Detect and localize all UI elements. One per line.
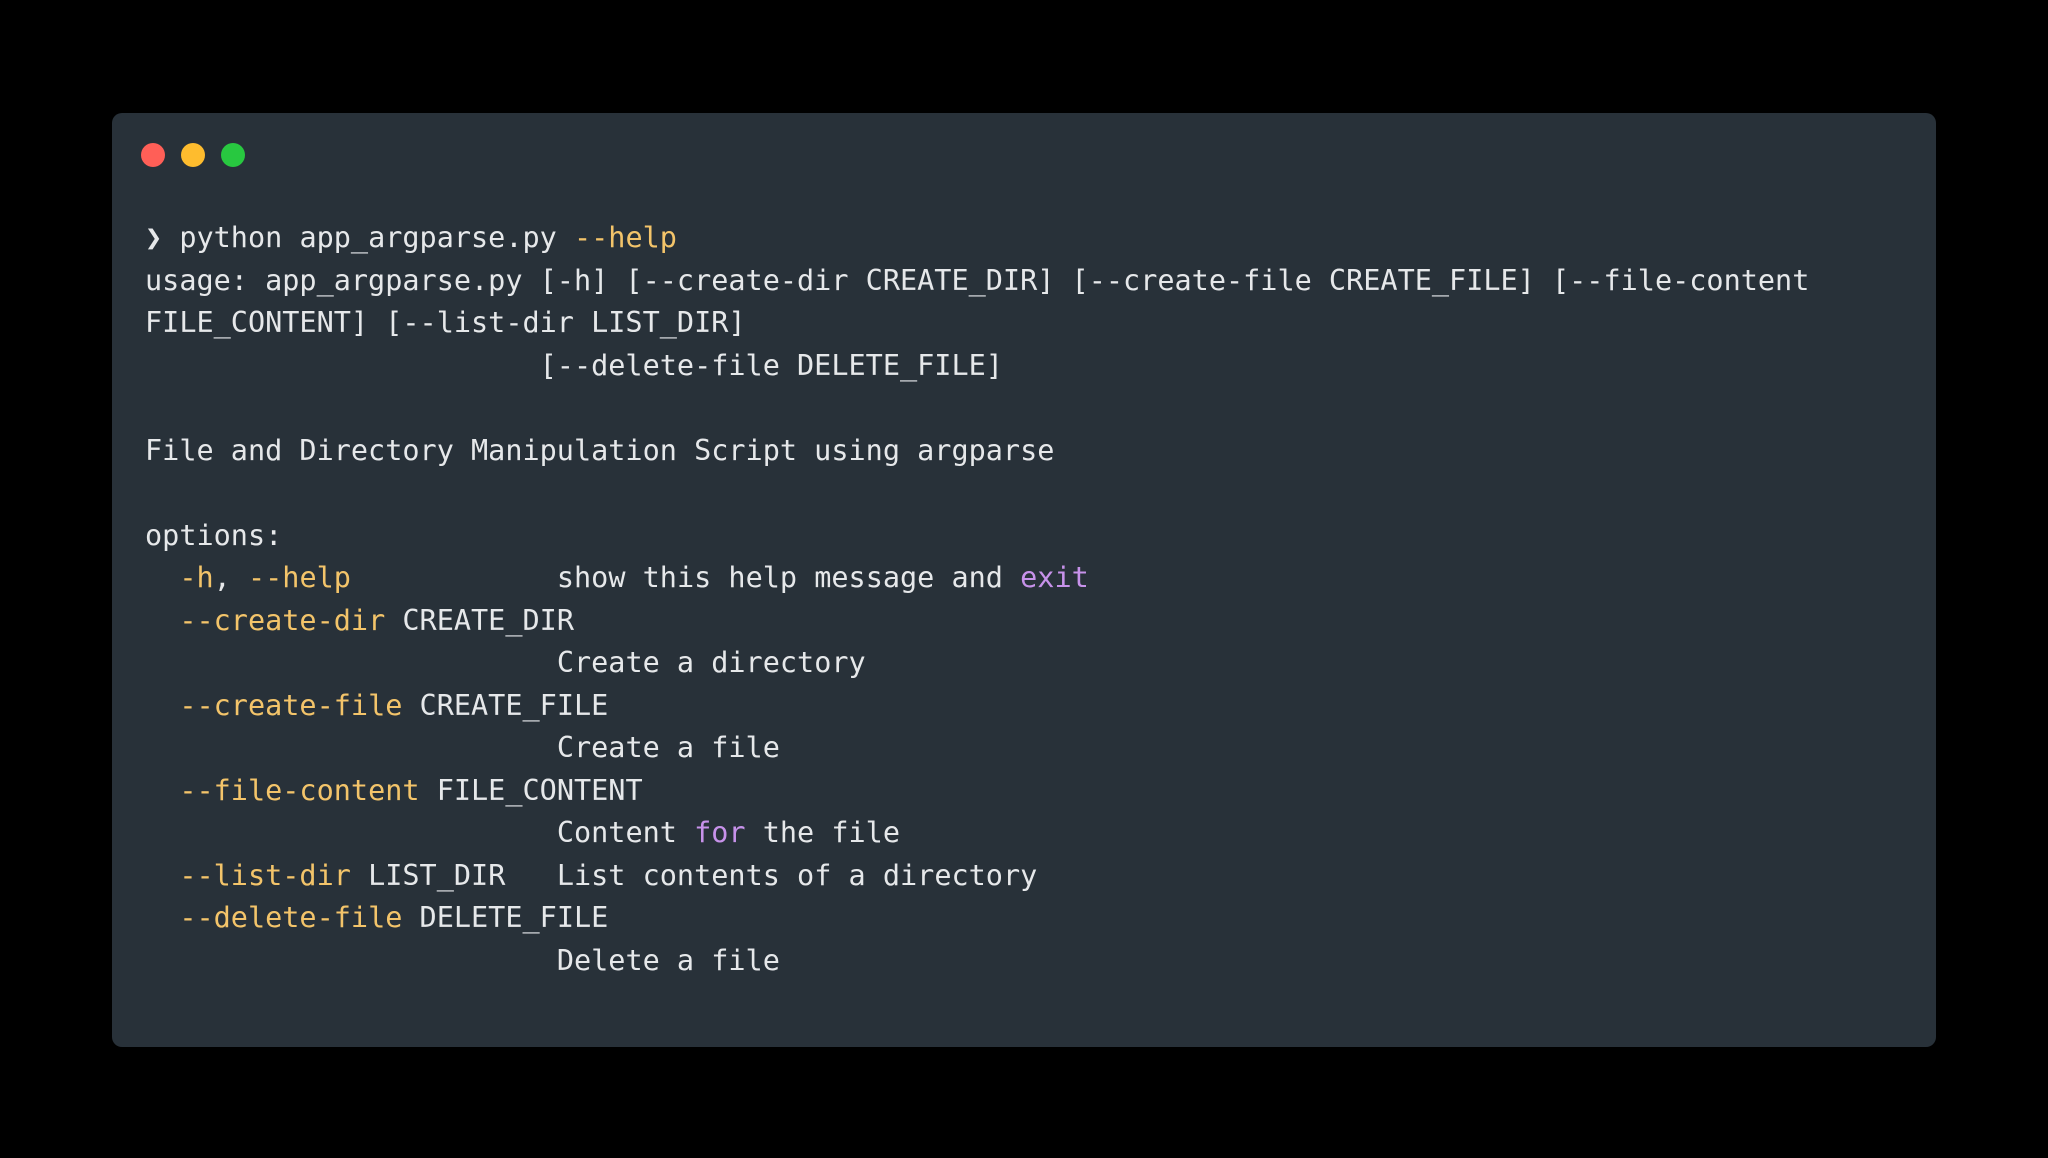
option-delete-file: --delete-file DELETE_FILE <box>145 897 1906 940</box>
prompt-chevron-icon: ❯ <box>145 221 163 254</box>
window-controls <box>141 143 245 167</box>
option-description-line: Create a file <box>145 727 1906 770</box>
option-description: List contents of a directory <box>556 858 1038 892</box>
option-list-dir: --list-dir LIST_DIR List contents of a d… <box>145 855 1906 898</box>
option-flag: --delete-file <box>179 901 403 934</box>
option-flag: --create-dir <box>179 603 386 637</box>
command-line: ❯ python app_argparse.py --help <box>145 217 1906 260</box>
usage-line: [--delete-file DELETE_FILE] <box>145 348 1003 382</box>
option-flag: --file-content <box>179 773 420 807</box>
option-description-line: Content for the file <box>145 812 1906 855</box>
option-metavar: FILE_CONTENT <box>419 773 643 807</box>
option-metavar: LIST_DIR <box>350 858 557 892</box>
option-metavar: CREATE_FILE <box>402 688 609 722</box>
minimize-button[interactable] <box>181 143 205 167</box>
option-metavar: DELETE_FILE <box>402 901 609 934</box>
description-line: File and Directory Manipulation Script u… <box>145 433 1055 467</box>
terminal-window: ❯ python app_argparse.py --help usage: ap… <box>112 113 1936 1047</box>
option-flag: --create-file <box>179 688 403 722</box>
option-description-line: Delete a file <box>145 940 1906 983</box>
option-metavar: CREATE_DIR <box>385 603 574 637</box>
padding <box>351 561 557 594</box>
option-description: Content <box>556 816 695 849</box>
usage-line: usage: app_argparse.py [-h] [--create-di… <box>145 263 1810 297</box>
options-header: options: <box>145 518 283 552</box>
option-description-line: Create a directory <box>145 642 1906 685</box>
option-description: Create a directory <box>556 646 866 679</box>
option-create-file: --create-file CREATE_FILE <box>145 685 1906 728</box>
option-description: Delete a file <box>556 943 780 977</box>
keyword: exit <box>1020 561 1089 594</box>
option-description: show this help message and <box>556 561 1021 594</box>
keyword: for <box>694 816 746 849</box>
command-text: python app_argparse.py <box>162 221 574 254</box>
option-flag: --list-dir <box>179 858 351 892</box>
option-flag: -h <box>179 561 214 594</box>
usage-line: FILE_CONTENT] [--list-dir LIST_DIR] <box>145 306 746 339</box>
command-flag: --help <box>573 221 677 254</box>
option-create-dir: --create-dir CREATE_DIR <box>145 600 1906 643</box>
option-description: the file <box>745 816 901 849</box>
separator: , <box>213 561 248 594</box>
close-button[interactable] <box>141 143 165 167</box>
option-description: Create a file <box>556 731 780 764</box>
maximize-button[interactable] <box>221 143 245 167</box>
terminal-output: ❯ python app_argparse.py --help usage: ap… <box>145 217 1906 982</box>
option-file-content: --file-content FILE_CONTENT <box>145 770 1906 813</box>
option-help: -h, --help show this help message and ex… <box>145 557 1906 600</box>
option-flag: --help <box>247 561 351 594</box>
